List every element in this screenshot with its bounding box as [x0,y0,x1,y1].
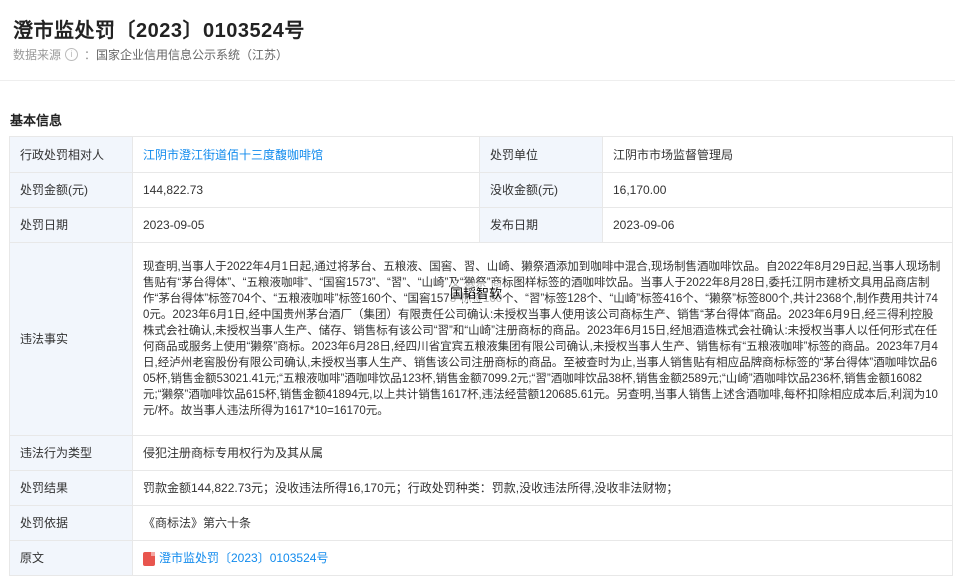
label-confiscation-amount: 没收金额(元) [479,172,603,208]
value-penalty-result: 罚款金额144,822.73元；没收违法所得16,170元；行政处罚种类：罚款,… [132,470,953,506]
basic-info-table: 行政处罚相对人 江阴市澄江街道佰十三度馥咖啡馆 处罚单位 江阴市市场监督管理局 … [9,136,953,576]
watermark-text: 国韬智软 [450,283,503,302]
label-violation-facts: 违法事实 [9,242,133,436]
party-link[interactable]: 江阴市澄江街道佰十三度馥咖啡馆 [143,148,323,162]
table-row: 行政处罚相对人 江阴市澄江街道佰十三度馥咖啡馆 处罚单位 江阴市市场监督管理局 [9,136,953,173]
source-value: 国家企业信用信息公示系统（江苏） [96,48,289,62]
value-penalty-date: 2023-09-05 [132,207,480,243]
label-violation-type: 违法行为类型 [9,435,133,471]
pdf-icon [143,551,155,566]
value-violation-type: 侵犯注册商标专用权行为及其从属 [132,435,953,471]
page-title: 澄市监处罚〔2023〕0103524号 [13,20,305,42]
table-row: 处罚依据 《商标法》第六十条 [9,505,953,541]
value-violation-facts: 现查明,当事人于2022年4月1日起,通过将茅台、五粮液、国窖、習、山崎、獭祭酒… [132,242,953,436]
table-row: 处罚金额(元) 144,822.73 没收金额(元) 16,170.00 [9,172,953,208]
label-publish-date: 发布日期 [479,207,603,243]
label-authority: 处罚单位 [479,136,603,173]
source-label: 数据来源 [13,48,62,62]
value-authority: 江阴市市场监督管理局 [602,136,953,173]
value-penalty-basis: 《商标法》第六十条 [132,505,953,541]
label-penalty-date: 处罚日期 [9,207,133,243]
table-row: 违法行为类型 侵犯注册商标专用权行为及其从属 [9,435,953,471]
table-row: 原文 澄市监处罚〔2023〕0103524号 [9,540,953,576]
info-icon[interactable]: i [65,48,79,61]
label-penalty-result: 处罚结果 [9,470,133,506]
value-fine-amount: 144,822.73 [132,172,480,208]
value-publish-date: 2023-09-06 [602,207,953,243]
section-title: 基本信息 [10,113,63,128]
label-penalty-basis: 处罚依据 [9,505,133,541]
label-fine-amount: 处罚金额(元) [9,172,133,208]
value-party: 江阴市澄江街道佰十三度馥咖啡馆 [132,136,480,173]
value-original: 澄市监处罚〔2023〕0103524号 [132,540,953,576]
table-row: 处罚日期 2023-09-05 发布日期 2023-09-06 [9,207,953,243]
header-divider [0,80,955,81]
source-separator: ： [84,48,97,62]
label-original: 原文 [9,540,133,576]
label-party: 行政处罚相对人 [9,136,133,173]
table-row: 处罚结果 罚款金额144,822.73元；没收违法所得16,170元；行政处罚种… [9,470,953,506]
original-document-link[interactable]: 澄市监处罚〔2023〕0103524号 [159,551,328,565]
data-source: 数据来源 i ： 国家企业信用信息公示系统（江苏） [13,46,288,63]
value-confiscation-amount: 16,170.00 [602,172,953,208]
table-row: 违法事实 现查明,当事人于2022年4月1日起,通过将茅台、五粮液、国窖、習、山… [9,242,953,436]
